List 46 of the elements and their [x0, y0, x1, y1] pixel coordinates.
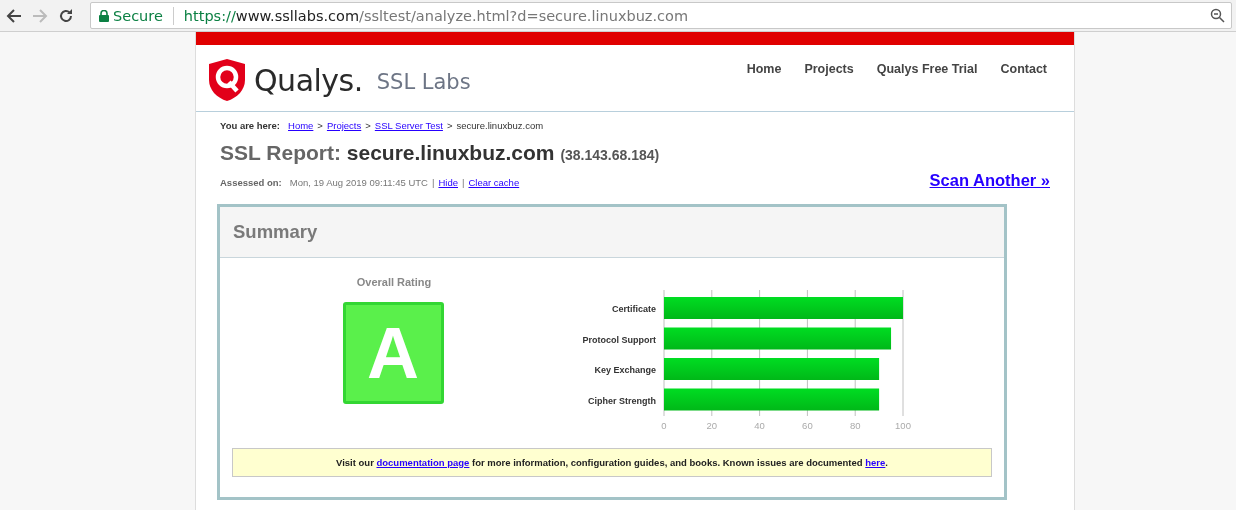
- breadcrumb-separator: >: [446, 120, 453, 131]
- logo-wordmark: Qualys.: [254, 62, 363, 98]
- hide-link[interactable]: Hide: [438, 177, 458, 188]
- assessed-label: Assessed on:: [220, 177, 282, 188]
- breadcrumb-link[interactable]: Projects: [326, 120, 362, 131]
- category-label: Key Exchange: [594, 365, 656, 375]
- nav-link[interactable]: Home: [746, 62, 782, 76]
- nav-link[interactable]: Contact: [1000, 62, 1047, 76]
- zoom-icon[interactable]: [1210, 8, 1225, 23]
- grade-badge: A: [342, 302, 444, 404]
- breadcrumb-separator: >: [317, 120, 323, 131]
- breadcrumb-link[interactable]: Home: [288, 120, 314, 131]
- tick-label: 20: [706, 420, 718, 431]
- lock-icon: [99, 9, 109, 22]
- category-label: Protocol Support: [582, 334, 656, 345]
- clear-cache-link[interactable]: Clear cache: [468, 177, 520, 188]
- breadcrumb-current: secure.linuxbuz.com: [456, 120, 544, 131]
- logo-subtitle: SSL Labs: [376, 70, 471, 94]
- back-icon[interactable]: [6, 7, 22, 24]
- documentation-link[interactable]: documentation page: [376, 457, 470, 468]
- rating-label: Overall Rating: [356, 276, 432, 288]
- scan-another-link[interactable]: Scan Another »: [929, 171, 1050, 190]
- summary-title: Summary: [233, 221, 318, 243]
- breadcrumb-link[interactable]: SSL Server Test: [374, 120, 443, 131]
- reload-icon[interactable]: [58, 7, 74, 24]
- tick-label: 40: [754, 420, 765, 431]
- category-label: Certificate: [612, 304, 656, 314]
- security-label: Secure: [113, 7, 163, 24]
- tick-label: 0: [661, 420, 667, 431]
- address-bar[interactable]: Secure https://www.ssllabs.com/ssltest/analyze.html?d=secure.linuxbuz.com: [90, 2, 1232, 29]
- category-label: Cipher Strength: [588, 395, 656, 406]
- separator-text: |: [432, 177, 435, 188]
- tick-label: 80: [849, 420, 861, 431]
- tick-label: 100: [895, 420, 911, 431]
- nav-link[interactable]: Projects: [804, 62, 854, 76]
- tick-label: 60: [802, 420, 813, 431]
- assessed-date: Mon, 19 Aug 2019 09:11:45 UTC: [289, 177, 428, 188]
- qualys-logo[interactable]: Qualys. SSL Labs: [208, 58, 471, 102]
- notice-text: Visit our documentation page for more information, configuration guides, and books. Known issues are documented here.: [336, 457, 888, 468]
- nav-link[interactable]: Qualys Free Trial: [876, 62, 978, 76]
- breadcrumb-separator: >: [365, 120, 371, 131]
- breadcrumb-label: You are here:: [220, 120, 280, 131]
- url-text: https://www.ssllabs.com/ssltest/analyze.html?d=secure.linuxbuz.com: [183, 7, 689, 24]
- shield-logo-icon: [208, 58, 246, 102]
- separator-text: |: [462, 177, 465, 188]
- report-title: SSL Report: secure.linuxbuz.com (38.143.68.184): [220, 141, 661, 165]
